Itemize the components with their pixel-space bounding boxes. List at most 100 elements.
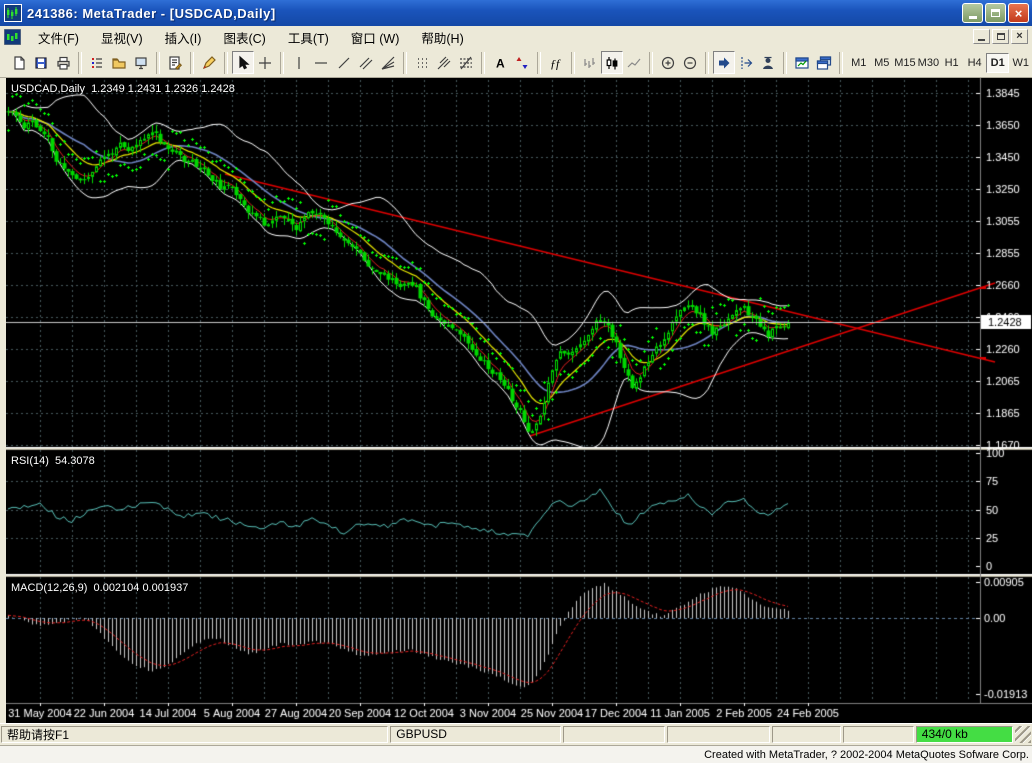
toolbar-separator — [783, 52, 787, 74]
copyright-text: Created with MetaTrader, ? 2002-2004 Met… — [704, 749, 1029, 761]
timeframe-m5-button[interactable]: M5 — [870, 53, 893, 73]
timeframe-m15-button[interactable]: M15 — [893, 53, 916, 73]
minimize-icon — [969, 16, 977, 19]
channel-button[interactable] — [355, 51, 377, 74]
timeframe-m30-button[interactable]: M30 — [917, 53, 940, 73]
mdi-close-icon: × — [1016, 31, 1022, 42]
new-order-icon — [201, 55, 217, 71]
timeframe-h4-button[interactable]: H4 — [963, 53, 986, 73]
timeframe-w1-button[interactable]: W1 — [1009, 53, 1032, 73]
new-window-icon — [794, 55, 810, 71]
status-bar: 帮助请按F1 GBPUSD 434/0 kb — [0, 723, 1032, 745]
auto-scroll-icon — [716, 55, 732, 71]
menu-tools[interactable]: 工具(T) — [277, 26, 340, 49]
chart-canvas[interactable] — [6, 78, 1032, 723]
cursor-button[interactable] — [232, 51, 254, 74]
print-button[interactable] — [52, 51, 74, 74]
mdi-restore-icon — [997, 33, 1005, 40]
window-title: 241386: MetaTrader - [USDCAD,Daily] — [27, 6, 276, 21]
data-folder-button[interactable] — [108, 51, 130, 74]
expert-advisors-button[interactable] — [757, 51, 779, 74]
chart-shift-icon — [738, 55, 754, 71]
save-button[interactable] — [30, 51, 52, 74]
line-chart-button[interactable] — [623, 51, 645, 74]
menu-view[interactable]: 显视(V) — [90, 26, 154, 49]
market-watch-icon — [89, 55, 105, 71]
new-chart-button[interactable] — [8, 51, 30, 74]
zoom-out-icon — [682, 55, 698, 71]
crosshair-button[interactable] — [254, 51, 276, 74]
close-button[interactable]: × — [1008, 3, 1029, 23]
chart-shift-button[interactable] — [735, 51, 757, 74]
auto-scroll-button[interactable] — [713, 51, 735, 74]
maximize-button[interactable] — [985, 3, 1006, 23]
terminal-button[interactable] — [130, 51, 152, 74]
fibo-fan-icon — [380, 55, 396, 71]
candlestick-chart-icon — [604, 55, 620, 71]
text-tool-icon: A — [492, 55, 508, 71]
toolbar-separator — [571, 52, 575, 74]
menu-window[interactable]: 窗口 (W) — [340, 26, 411, 49]
save-icon — [33, 55, 49, 71]
svg-text:A: A — [496, 56, 505, 70]
pitchfork-button[interactable] — [433, 51, 455, 74]
horizontal-line-button[interactable] — [310, 51, 332, 74]
candlestick-button[interactable] — [601, 51, 623, 74]
market-watch-button[interactable] — [86, 51, 108, 74]
bar-chart-button[interactable] — [579, 51, 601, 74]
chart-properties-button[interactable] — [164, 51, 186, 74]
mdi-close-button[interactable]: × — [1011, 29, 1028, 44]
crosshair-icon — [257, 55, 273, 71]
mdi-minimize-icon — [978, 39, 985, 41]
status-symbol[interactable]: GBPUSD — [390, 726, 561, 743]
chart-window-icon — [4, 29, 21, 45]
menu-file[interactable]: 文件(F) — [27, 26, 90, 49]
new-window-button[interactable] — [791, 51, 813, 74]
status-empty-cell — [843, 726, 914, 743]
new-order-button[interactable] — [198, 51, 220, 74]
zoom-out-button[interactable] — [679, 51, 701, 74]
toolbar-separator — [224, 52, 228, 74]
profiles-icon — [816, 55, 832, 71]
maximize-icon — [991, 9, 1000, 17]
minimize-button[interactable] — [962, 3, 983, 23]
vertical-line-icon — [291, 55, 307, 71]
title-bar[interactable]: 241386: MetaTrader - [USDCAD,Daily] × — [0, 0, 1032, 26]
timeframe-h1-button[interactable]: H1 — [940, 53, 963, 73]
fibonacci-button[interactable] — [455, 51, 477, 74]
timeframe-m1-button[interactable]: M1 — [847, 53, 870, 73]
grid-tool-button[interactable] — [411, 51, 433, 74]
status-help: 帮助请按F1 — [1, 726, 388, 743]
status-empty-cell — [772, 726, 842, 743]
pitchfork-icon — [436, 55, 452, 71]
print-icon — [55, 55, 71, 71]
desktop-strip: Created with MetaTrader, ? 2002-2004 Met… — [0, 745, 1032, 763]
cursor-icon — [235, 55, 251, 71]
trendline-button[interactable] — [332, 51, 354, 74]
toolbar-separator — [78, 52, 82, 74]
zoom-in-button[interactable] — [657, 51, 679, 74]
text-tool-button[interactable]: A — [489, 51, 511, 74]
status-empty-cell — [667, 726, 769, 743]
terminal-icon — [133, 55, 149, 71]
arrows-tool-button[interactable] — [511, 51, 533, 74]
fibonacci-icon — [458, 55, 474, 71]
timeframe-d1-button[interactable]: D1 — [986, 53, 1009, 73]
fibo-fan-button[interactable] — [377, 51, 399, 74]
chart-properties-icon — [167, 55, 183, 71]
menu-insert[interactable]: 插入(I) — [154, 26, 213, 49]
resize-grip[interactable] — [1015, 726, 1031, 743]
vertical-line-button[interactable] — [288, 51, 310, 74]
mdi-restore-button[interactable] — [992, 29, 1009, 44]
bar-chart-icon — [582, 55, 598, 71]
toolbar-separator — [190, 52, 194, 74]
zoom-in-icon — [660, 55, 676, 71]
mdi-minimize-button[interactable] — [973, 29, 990, 44]
menu-charts[interactable]: 图表(C) — [212, 26, 276, 49]
toolbar-separator — [649, 52, 653, 74]
new-chart-icon — [11, 55, 27, 71]
toolbar-separator — [481, 52, 485, 74]
indicators-button[interactable]: ƒf — [545, 51, 567, 74]
profiles-button[interactable] — [813, 51, 835, 74]
menu-help[interactable]: 帮助(H) — [410, 26, 474, 49]
